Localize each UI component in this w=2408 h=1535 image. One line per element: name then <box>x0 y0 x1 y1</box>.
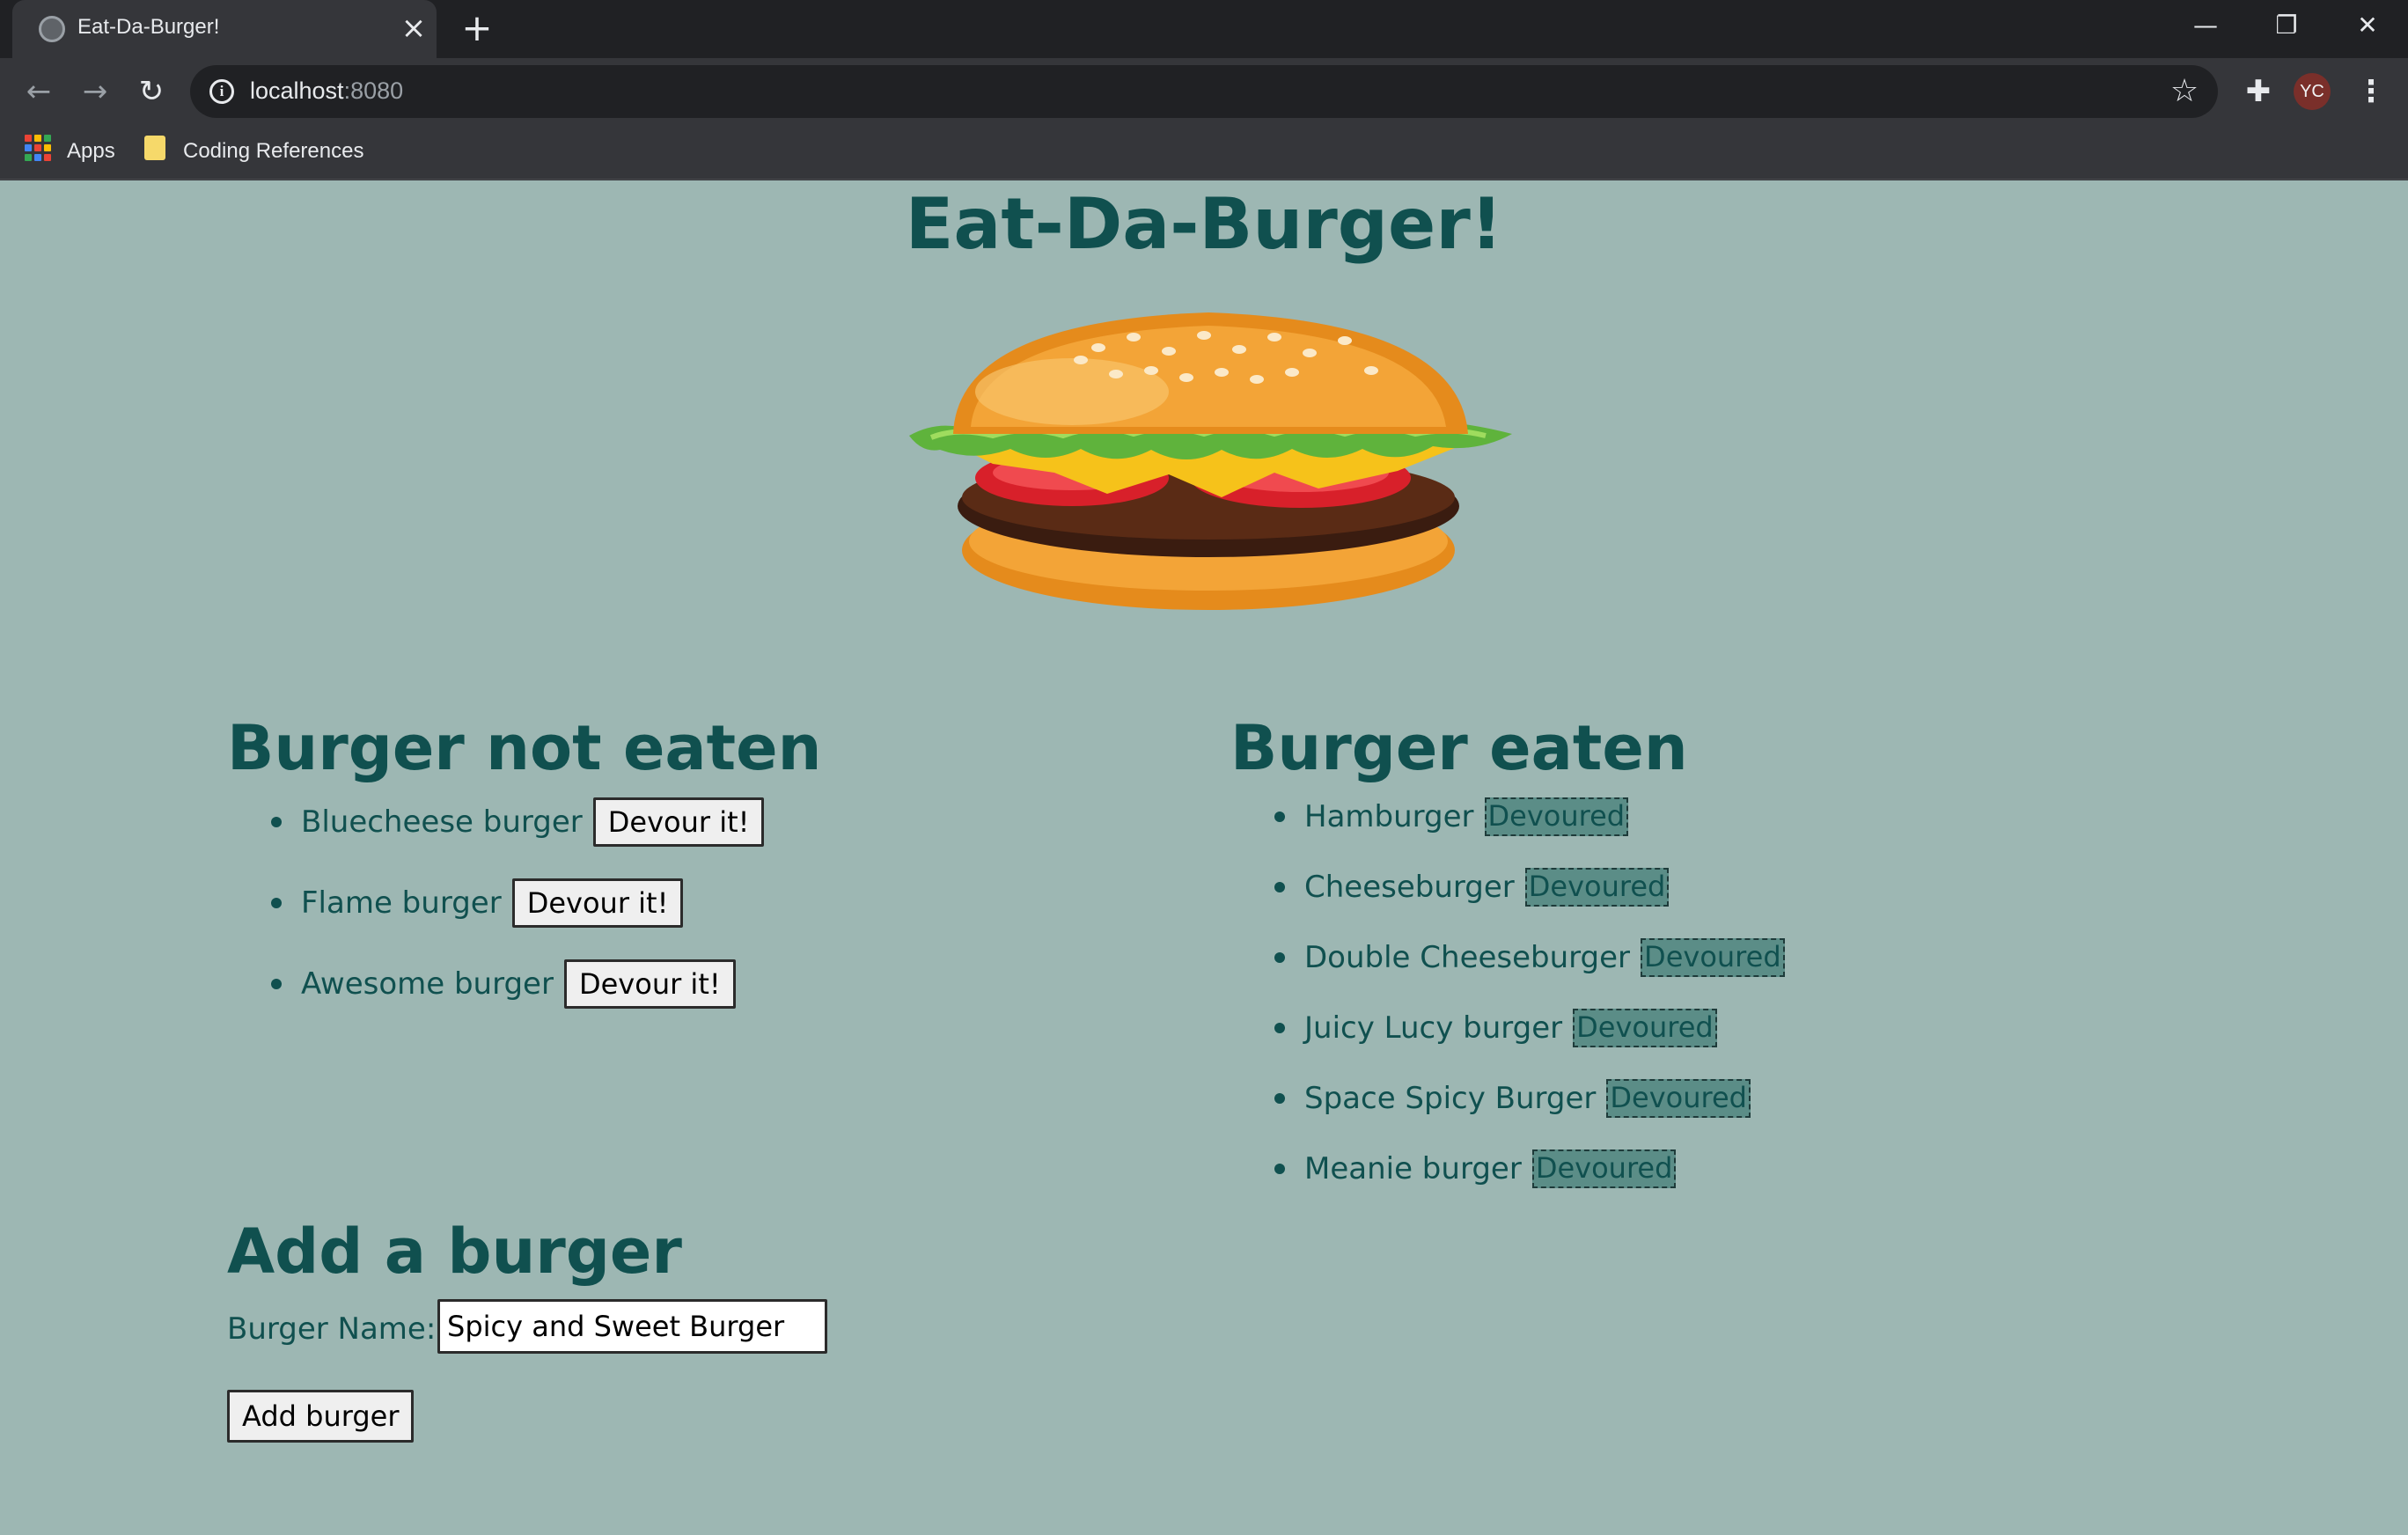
new-tab-button[interactable]: + <box>458 9 496 48</box>
close-icon[interactable]: × <box>396 11 431 46</box>
devoured-badge: Devoured <box>1524 868 1670 907</box>
burger-name: Space Spicy Burger <box>1304 1081 1597 1116</box>
list-item: Space Spicy Burger Devoured <box>1274 1063 1785 1134</box>
browser-chrome: Eat-Da-Burger! × + — ❐ ✕ ← → ↻ i localho… <box>0 0 2408 180</box>
list-item: Double Cheeseburger Devoured <box>1274 922 1785 993</box>
restore-button[interactable]: ❐ <box>2246 0 2327 51</box>
reload-icon[interactable]: ↻ <box>132 72 171 111</box>
forward-arrow-icon[interactable]: → <box>76 72 114 111</box>
bullet <box>1274 1093 1285 1104</box>
add-burger-heading: Add a burger <box>227 1216 682 1288</box>
bullet <box>271 898 282 908</box>
burger-name-label: Burger Name: <box>227 1311 437 1347</box>
bookmark-apps[interactable]: Apps <box>67 132 115 171</box>
bookmark-star-icon[interactable]: ☆ <box>2167 74 2202 109</box>
url-text: localhost:8080 <box>250 77 403 105</box>
tab-strip: Eat-Da-Burger! × + — ❐ ✕ <box>0 0 2408 58</box>
devour-button[interactable]: Devour it! <box>592 797 765 847</box>
devour-button[interactable]: Devour it! <box>511 878 684 928</box>
burger-name: Hamburger <box>1304 799 1474 834</box>
list-item: Bluecheese burger Devour it! <box>271 782 765 863</box>
page-content: Eat-Da-Burger! Burger not eaten Bluechee… <box>0 180 2408 1535</box>
bullet <box>271 979 282 989</box>
devour-button[interactable]: Devour it! <box>563 959 736 1009</box>
kebab-menu-icon[interactable]: ⋮ <box>2352 72 2390 111</box>
bullet <box>1274 812 1285 822</box>
devoured-badge: Devoured <box>1484 797 1629 836</box>
minimize-button[interactable]: — <box>2165 0 2246 51</box>
browser-tab[interactable]: Eat-Da-Burger! × <box>12 0 437 58</box>
devoured-badge: Devoured <box>1641 938 1785 977</box>
page-title: Eat-Da-Burger! <box>905 183 1503 265</box>
back-arrow-icon[interactable]: ← <box>19 72 58 111</box>
uneaten-list: Bluecheese burger Devour it! Flame burge… <box>271 782 765 1025</box>
burger-name: Juicy Lucy burger <box>1304 1010 1563 1046</box>
uneaten-heading: Burger not eaten <box>227 712 822 784</box>
bullet <box>271 817 282 827</box>
burger-name: Meanie burger <box>1304 1151 1522 1186</box>
bullet <box>1274 952 1285 963</box>
bullet <box>1274 1164 1285 1174</box>
bullet <box>1274 882 1285 892</box>
bullet <box>1274 1023 1285 1033</box>
list-item: Meanie burger Devoured <box>1274 1134 1785 1204</box>
bookmark-coding-references[interactable]: Coding References <box>183 132 363 171</box>
burger-name: Cheeseburger <box>1304 870 1515 905</box>
tab-title: Eat-Da-Burger! <box>77 15 220 39</box>
burger-name: Double Cheeseburger <box>1304 940 1631 975</box>
extensions-puzzle-icon[interactable]: ✚ <box>2239 72 2278 111</box>
add-burger-button[interactable]: Add burger <box>227 1390 415 1443</box>
bookmarks-bar: Apps Coding References <box>0 125 2408 180</box>
burger-name: Flame burger <box>301 885 502 921</box>
eaten-list: Hamburger Devoured Cheeseburger Devoured… <box>1274 782 1785 1204</box>
devoured-badge: Devoured <box>1573 1009 1717 1047</box>
profile-avatar[interactable]: YC <box>2294 73 2331 110</box>
list-item: Awesome burger Devour it! <box>271 944 764 1025</box>
burger-illustration <box>909 312 1512 610</box>
apps-grid-icon <box>25 135 51 161</box>
window-close-button[interactable]: ✕ <box>2327 0 2408 51</box>
devoured-badge: Devoured <box>1531 1149 1677 1188</box>
list-item: Cheeseburger Devoured <box>1274 852 1785 922</box>
list-item: Juicy Lucy burger Devoured <box>1274 993 1785 1063</box>
burger-name-input[interactable]: Spicy and Sweet Burger <box>437 1299 827 1354</box>
address-bar[interactable]: i localhost:8080 ☆ <box>190 65 2218 118</box>
url-port: :8080 <box>343 77 404 104</box>
globe-icon <box>39 16 65 42</box>
devoured-badge: Devoured <box>1606 1079 1751 1118</box>
folder-icon <box>144 136 165 160</box>
eaten-heading: Burger eaten <box>1230 712 1688 784</box>
list-item: Flame burger Devour it! <box>271 863 764 944</box>
burger-name: Awesome burger <box>301 966 554 1002</box>
url-host: localhost <box>250 77 344 104</box>
navigation-bar: ← → ↻ i localhost:8080 ☆ ✚ YC ⋮ <box>0 58 2408 125</box>
burger-name: Bluecheese burger <box>301 804 583 840</box>
info-icon[interactable]: i <box>209 79 234 104</box>
list-item: Hamburger Devoured <box>1274 782 1785 852</box>
